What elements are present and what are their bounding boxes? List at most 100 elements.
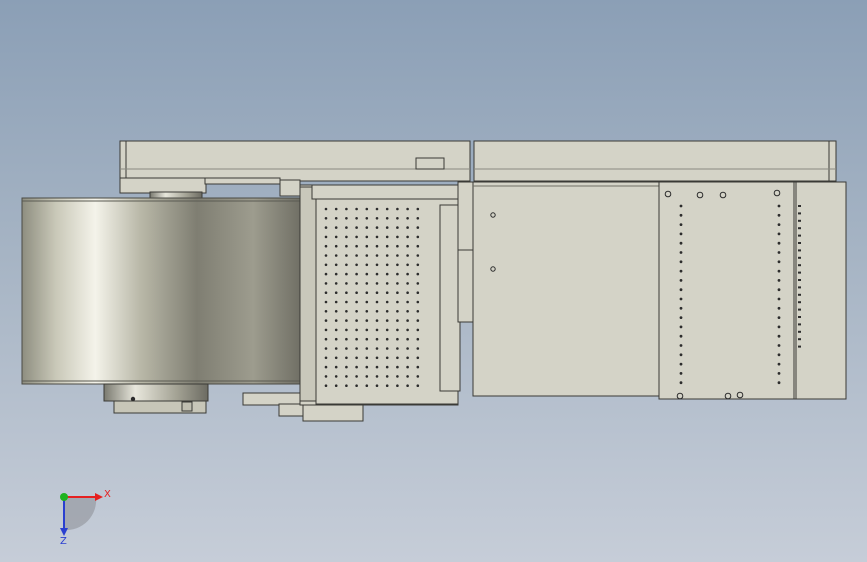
- perforation-hole: [345, 310, 348, 313]
- perforation-hole: [345, 328, 348, 332]
- vent-slot: [798, 345, 801, 348]
- perforation-hole: [324, 263, 328, 267]
- vent-slot: [798, 271, 801, 274]
- perforation-hole: [385, 328, 389, 332]
- drum-body[interactable]: [21, 197, 305, 385]
- perforation-hole: [355, 310, 358, 313]
- perforation-hole: [365, 365, 369, 369]
- perforation-hole: [396, 319, 399, 322]
- perforation-hole: [385, 356, 389, 360]
- perforation-hole: [396, 291, 399, 295]
- z-axis-label: Z: [60, 536, 67, 547]
- perforation-hole: [406, 310, 409, 313]
- perforation-hole: [396, 282, 399, 285]
- perforation-hole: [324, 310, 328, 313]
- perforation-hole: [324, 217, 328, 220]
- panel-hole: [777, 251, 781, 254]
- perforation-hole: [345, 235, 348, 239]
- panel-hole: [679, 260, 683, 264]
- perforation-hole: [375, 244, 379, 248]
- perforation-hole: [365, 254, 369, 257]
- perforation-hole: [334, 217, 338, 220]
- perforation-hole: [375, 337, 379, 341]
- perforation-hole: [375, 310, 379, 313]
- perforation-hole: [365, 207, 369, 211]
- perforation-hole: [385, 319, 389, 322]
- panel-hole: [679, 306, 683, 310]
- motor-bracket: [119, 177, 207, 194]
- panel-hole: [777, 213, 781, 217]
- panel-hole: [777, 204, 781, 208]
- panel-hole: [679, 269, 683, 273]
- perforation-hole: [355, 319, 358, 322]
- perforation-hole: [334, 310, 338, 313]
- perforation-hole: [365, 226, 369, 229]
- perforation-hole: [396, 254, 399, 257]
- perforation-hole: [375, 207, 379, 211]
- panel-hole: [679, 334, 683, 338]
- perforation-hole: [324, 365, 328, 369]
- perforation-hole: [406, 207, 409, 211]
- perforation-hole: [396, 365, 399, 369]
- perforation-hole: [406, 347, 409, 350]
- perforation-hole: [406, 282, 409, 285]
- screw-head: [773, 189, 781, 197]
- perforation-hole: [334, 235, 338, 239]
- perforation-hole: [416, 356, 420, 360]
- perforation-hole: [396, 300, 399, 304]
- assembly-model[interactable]: [21, 140, 847, 422]
- perforation-hole: [396, 272, 399, 276]
- perforation-hole: [365, 337, 369, 341]
- cad-viewport[interactable]: X Z: [0, 0, 867, 562]
- perforation-hole: [406, 356, 409, 360]
- perforation-hole: [334, 347, 338, 350]
- perforation-hole: [324, 356, 328, 360]
- perforation-hole: [375, 356, 379, 360]
- perforation-hole: [365, 263, 369, 267]
- perforation-hole: [375, 347, 379, 350]
- vent-slot: [798, 219, 801, 222]
- perforation-hole: [396, 217, 399, 220]
- vent-slot: [798, 330, 801, 333]
- perforation-hole: [396, 207, 399, 211]
- middle-panel[interactable]: [472, 181, 660, 397]
- perforation-hole: [334, 300, 338, 304]
- panel-hole: [777, 353, 781, 357]
- panel-hole: [679, 213, 683, 217]
- perforation-hole: [345, 337, 348, 341]
- perforation-hole: [416, 310, 420, 313]
- panel-hole: [777, 232, 781, 236]
- vent-slot: [798, 205, 801, 207]
- vent-slot: [798, 323, 801, 326]
- perforation-hole: [385, 244, 389, 248]
- axis-triad: X Z: [60, 489, 111, 547]
- z-axis-arrow: [60, 528, 68, 536]
- perforation-hole: [345, 254, 348, 257]
- panel-hole: [777, 297, 781, 301]
- vent-slot: [798, 293, 801, 296]
- perforation-hole: [324, 347, 328, 350]
- perforation-hole: [416, 365, 420, 369]
- perforation-hole: [345, 272, 348, 276]
- perforation-hole: [365, 300, 369, 304]
- perforation-hole: [355, 263, 358, 267]
- perforation-hole: [355, 384, 358, 388]
- perforation-hole: [385, 217, 389, 220]
- perforation-hole: [324, 226, 328, 229]
- perforation-hole: [406, 337, 409, 341]
- right-panel[interactable]: [658, 181, 797, 400]
- perforation-hole: [334, 328, 338, 332]
- perforation-hole: [334, 375, 338, 378]
- panel-hole: [777, 269, 781, 273]
- perforation-hole: [385, 235, 389, 239]
- perforation-hole: [355, 337, 358, 341]
- perforation-hole: [355, 347, 358, 350]
- perforation-hole: [345, 263, 348, 267]
- perforation-hole: [406, 375, 409, 378]
- perforation-hole: [334, 254, 338, 257]
- panel-hole: [777, 306, 781, 310]
- perforation-hole: [416, 384, 420, 388]
- perforation-hole: [345, 365, 348, 369]
- perforation-hole: [365, 217, 369, 220]
- perforation-hole: [324, 300, 328, 304]
